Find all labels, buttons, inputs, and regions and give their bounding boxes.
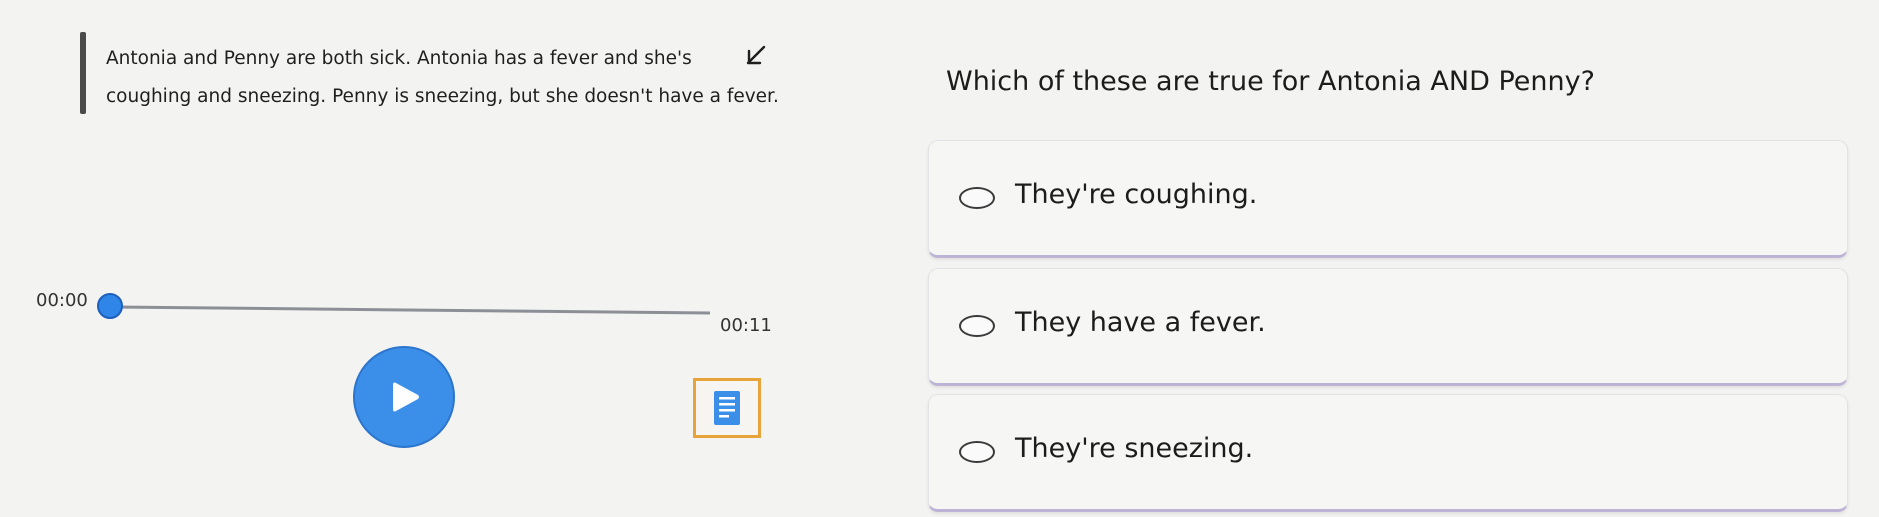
radio-button[interactable] (959, 315, 995, 337)
passage-line-1: Antonia and Penny are both sick. Antonia… (106, 48, 692, 69)
transcript-icon (714, 391, 740, 425)
audio-current-time: 00:00 (36, 290, 88, 311)
transcript-button[interactable] (693, 378, 761, 438)
passage-text: Antonia and Penny are both sick. Antonia… (106, 40, 786, 116)
passage-accent-bar (80, 32, 86, 114)
arrow-down-left-icon[interactable] (744, 44, 768, 68)
answer-option-3[interactable]: They're sneezing. (928, 394, 1848, 512)
radio-button[interactable] (959, 441, 995, 463)
audio-progress-track[interactable] (112, 304, 710, 316)
audio-duration: 00:11 (720, 315, 772, 336)
play-icon (393, 382, 419, 412)
play-button[interactable] (353, 346, 455, 448)
answer-option-label: They're coughing. (1015, 179, 1258, 210)
answer-option-2[interactable]: They have a fever. (928, 268, 1848, 386)
audio-scrub-handle[interactable] (97, 293, 123, 319)
passage-line-2: coughing and sneezing. Penny is sneezing… (106, 86, 779, 107)
answer-option-1[interactable]: They're coughing. (928, 140, 1848, 258)
radio-button[interactable] (959, 187, 995, 209)
answer-option-label: They have a fever. (1015, 307, 1266, 338)
answer-option-label: They're sneezing. (1015, 433, 1254, 464)
question-prompt: Which of these are true for Antonia AND … (946, 66, 1595, 97)
